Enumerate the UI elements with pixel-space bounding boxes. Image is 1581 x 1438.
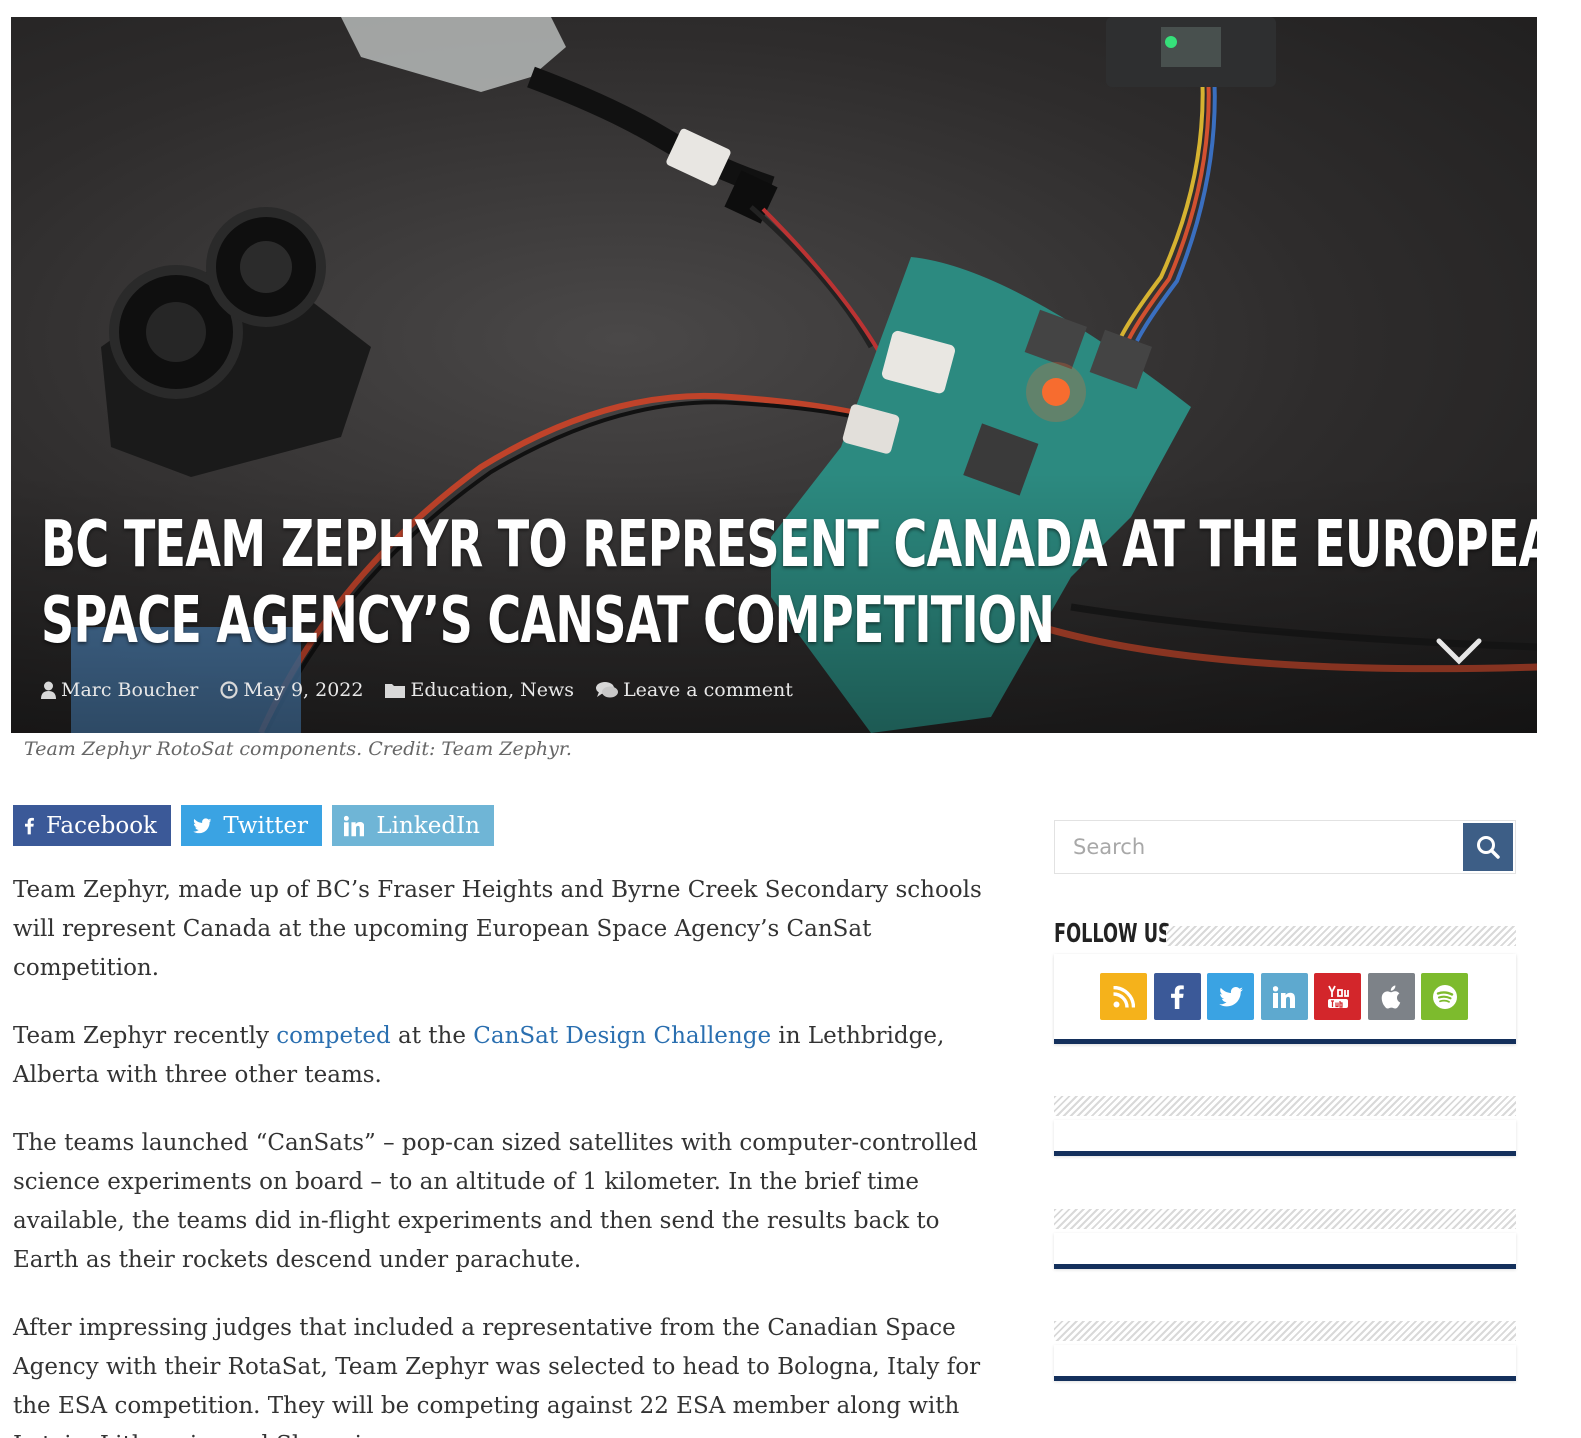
share-twitter-label: Twitter bbox=[223, 812, 308, 839]
image-caption: Team Zephyr RotoSat components. Credit: … bbox=[24, 738, 572, 760]
twitter-icon bbox=[1218, 986, 1243, 1006]
linkedin-icon bbox=[344, 815, 365, 836]
widget-title-stripe bbox=[1054, 1321, 1516, 1341]
paragraph-1: Team Zephyr, made up of BC’s Fraser Heig… bbox=[13, 877, 982, 981]
facebook-icon bbox=[25, 817, 34, 834]
linkedin-icon bbox=[1273, 985, 1295, 1008]
share-buttons: Facebook Twitter LinkedIn bbox=[13, 805, 504, 846]
widget-title-stripe bbox=[1054, 1096, 1516, 1116]
sidebar-widget bbox=[1054, 1233, 1516, 1269]
article-body: Team Zephyr, made up of BC’s Fraser Heig… bbox=[13, 871, 1003, 1438]
user-icon bbox=[41, 681, 56, 699]
paragraph-2: Team Zephyr recently competed at the Can… bbox=[13, 1017, 1003, 1095]
categories-text[interactable]: Education, News bbox=[410, 679, 574, 701]
search-input[interactable] bbox=[1055, 821, 1463, 873]
search-icon bbox=[1477, 836, 1500, 859]
search-button[interactable] bbox=[1463, 823, 1513, 871]
post-categories[interactable]: Education, News bbox=[385, 679, 574, 701]
share-linkedin-label: LinkedIn bbox=[376, 812, 480, 839]
apple-icon bbox=[1381, 985, 1401, 1009]
twitter-icon bbox=[193, 817, 212, 833]
competed-link[interactable]: competed bbox=[276, 1023, 390, 1049]
date-text: May 9, 2022 bbox=[243, 679, 364, 701]
apple-podcasts-follow-link[interactable] bbox=[1367, 973, 1415, 1020]
youtube-icon bbox=[1327, 985, 1349, 1008]
clock-icon bbox=[220, 681, 238, 699]
widget-title-stripe bbox=[1054, 1209, 1516, 1229]
post-title-line-2: Space Agency’s CanSat Competition bbox=[41, 584, 1055, 658]
paragraph-3: The teams launched “CanSats” – pop-can s… bbox=[13, 1130, 978, 1273]
share-facebook-button[interactable]: Facebook bbox=[13, 805, 171, 846]
facebook-icon bbox=[1170, 984, 1184, 1009]
post-meta: Marc Boucher May 9, 2022 Education, News… bbox=[41, 679, 815, 701]
sidebar-widget bbox=[1054, 1120, 1516, 1156]
share-linkedin-button[interactable]: LinkedIn bbox=[332, 805, 494, 846]
cansat-design-challenge-link[interactable]: CanSat Design Challenge bbox=[473, 1023, 771, 1049]
follow-us-title: Follow Us bbox=[1054, 919, 1171, 949]
search-widget bbox=[1054, 820, 1516, 874]
rss-link[interactable] bbox=[1100, 973, 1147, 1020]
post-date: May 9, 2022 bbox=[220, 679, 363, 701]
author-name[interactable]: Marc Boucher bbox=[61, 679, 198, 701]
paragraph-4: After impressing judges that included a … bbox=[13, 1315, 981, 1438]
comments-link[interactable]: Leave a comment bbox=[623, 679, 793, 701]
rss-icon bbox=[1112, 985, 1135, 1008]
post-title-line-1: BC Team Zephyr to Represent Canada at th… bbox=[41, 508, 1537, 582]
paragraph-2-text-b: at the bbox=[390, 1023, 474, 1049]
post-title: BC Team Zephyr to Represent Canada at th… bbox=[41, 507, 1537, 659]
widget-title-stripe bbox=[1166, 926, 1516, 946]
chevron-down-icon[interactable] bbox=[1435, 637, 1483, 667]
paragraph-2-text-a: Team Zephyr recently bbox=[13, 1023, 277, 1049]
sidebar-widget bbox=[1054, 1345, 1516, 1381]
featured-image: BC Team Zephyr to Represent Canada at th… bbox=[11, 17, 1537, 733]
post-comments[interactable]: Leave a comment bbox=[596, 679, 793, 701]
folder-icon bbox=[385, 684, 406, 698]
follow-us-widget bbox=[1054, 954, 1516, 1044]
social-icons bbox=[1100, 973, 1475, 1020]
share-twitter-button[interactable]: Twitter bbox=[181, 805, 322, 846]
youtube-follow-link[interactable] bbox=[1314, 973, 1361, 1020]
twitter-follow-link[interactable] bbox=[1207, 973, 1254, 1020]
spotify-follow-link[interactable] bbox=[1421, 973, 1468, 1020]
post-author[interactable]: Marc Boucher bbox=[41, 679, 198, 701]
share-facebook-label: Facebook bbox=[46, 812, 157, 839]
comments-icon bbox=[596, 682, 619, 698]
linkedin-follow-link[interactable] bbox=[1260, 973, 1308, 1020]
facebook-follow-link[interactable] bbox=[1153, 973, 1201, 1020]
spotify-icon bbox=[1432, 984, 1457, 1009]
